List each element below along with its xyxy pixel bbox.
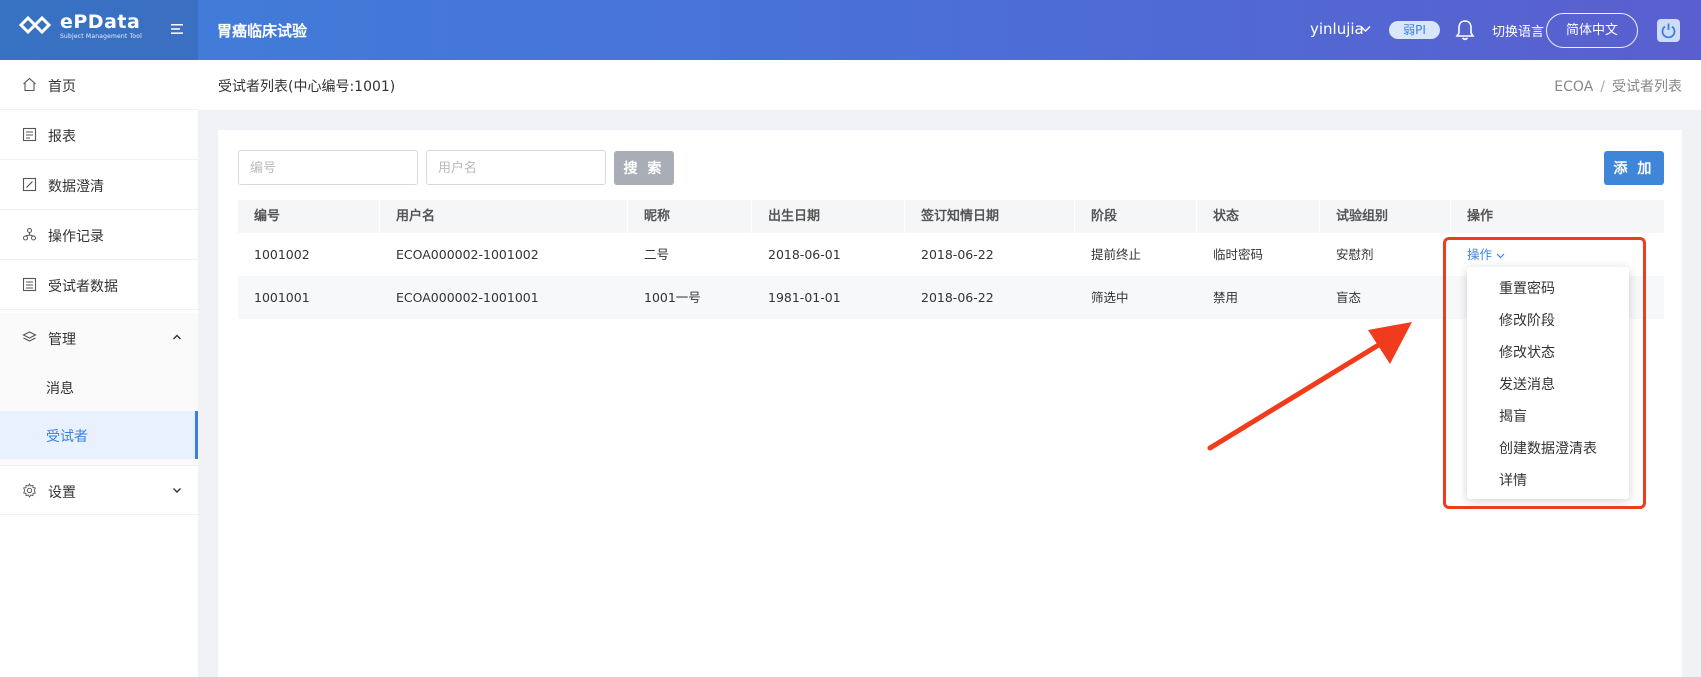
cell-birthdate: 1981-01-01 bbox=[768, 290, 841, 305]
sidebar-item-label: 管理 bbox=[48, 332, 76, 348]
page-title: 受试者列表(中心编号:1001) bbox=[218, 79, 396, 95]
role-badge[interactable]: 弱PI bbox=[1389, 21, 1440, 39]
sidebar-item-label: 报表 bbox=[48, 129, 76, 145]
cell-group: 安慰剂 bbox=[1336, 247, 1374, 262]
menu-item-create-clarification[interactable]: 创建数据澄清表 bbox=[1467, 433, 1629, 465]
sidebar-item-manage[interactable]: 管理 bbox=[0, 313, 198, 363]
sidebar-item-label: 数据澄清 bbox=[48, 179, 104, 195]
chevron-up-icon bbox=[173, 334, 181, 340]
operation-dropdown-menu: 重置密码 修改阶段 修改状态 发送消息 揭盲 创建数据澄清表 详情 bbox=[1467, 267, 1629, 499]
chevron-down-icon bbox=[173, 488, 181, 493]
cell-nickname: 二号 bbox=[644, 247, 670, 262]
column-header: 试验组别 bbox=[1320, 200, 1451, 233]
menu-item-reset-password[interactable]: 重置密码 bbox=[1467, 273, 1629, 305]
cell-birthdate: 2018-06-01 bbox=[768, 247, 841, 262]
sidebar-group-manage: 管理 消息 受试者 bbox=[0, 313, 198, 465]
menu-item-change-status[interactable]: 修改状态 bbox=[1467, 337, 1629, 369]
sidebar-item-settings[interactable]: 设置 bbox=[0, 465, 198, 515]
column-header: 编号 bbox=[238, 200, 380, 233]
edit-icon bbox=[22, 177, 37, 192]
home-icon bbox=[23, 77, 36, 92]
chevron-down-icon[interactable] bbox=[1360, 25, 1371, 33]
sidebar-subitem-subjects[interactable]: 受试者 bbox=[0, 411, 198, 459]
user-menu[interactable]: yinlujia bbox=[1310, 20, 1364, 38]
sidebar-item-subject-data[interactable]: 受试者数据 bbox=[0, 260, 198, 310]
cell-status: 禁用 bbox=[1213, 290, 1239, 305]
sidebar-item-label: 操作记录 bbox=[48, 229, 104, 245]
sidebar-item-home[interactable]: 首页 bbox=[0, 60, 198, 110]
cell-consent-date: 2018-06-22 bbox=[921, 247, 994, 262]
cell-number: 1001002 bbox=[254, 247, 310, 262]
table-header: 编号 用户名 昵称 出生日期 签订知情日期 阶段 状态 试验组别 操作 bbox=[238, 200, 1664, 233]
sidebar-subitem-label: 受试者 bbox=[46, 429, 88, 445]
cell-stage: 提前终止 bbox=[1091, 247, 1142, 262]
menu-toggle-icon[interactable] bbox=[170, 22, 184, 36]
column-header: 用户名 bbox=[380, 200, 628, 233]
logo-icon bbox=[18, 15, 52, 35]
content-card: 搜 索 添 加 编号 用户名 昵称 出生日期 签订知情日期 阶段 状态 试验组别… bbox=[218, 130, 1682, 677]
bell-icon[interactable] bbox=[1455, 19, 1475, 41]
breadcrumb: ECOA / 受试者列表 bbox=[1554, 76, 1682, 96]
menu-item-change-stage[interactable]: 修改阶段 bbox=[1467, 305, 1629, 337]
logo-subtitle: Subject Management Tool bbox=[60, 33, 143, 40]
project-title: 胃癌临床试验 bbox=[217, 22, 308, 40]
username-input[interactable] bbox=[426, 150, 606, 185]
table-row: 1001001 ECOA000002-1001001 1001一号 1981-0… bbox=[238, 276, 1664, 319]
breadcrumb-item[interactable]: ECOA bbox=[1554, 79, 1593, 95]
page-header: 受试者列表(中心编号:1001) ECOA / 受试者列表 bbox=[198, 60, 1701, 110]
search-button[interactable]: 搜 索 bbox=[614, 151, 674, 185]
logout-button[interactable] bbox=[1657, 19, 1680, 42]
layers-icon bbox=[22, 331, 37, 342]
gear-icon bbox=[23, 483, 36, 498]
sidebar-item-report[interactable]: 报表 bbox=[0, 110, 198, 160]
operation-link[interactable]: 操作 bbox=[1467, 247, 1492, 262]
switch-language-label: 切换语言 bbox=[1492, 25, 1545, 40]
sidebar-item-data-clarification[interactable]: 数据澄清 bbox=[0, 160, 198, 210]
power-icon bbox=[1661, 23, 1676, 39]
logo-area: ePData Subject Management Tool bbox=[0, 0, 198, 60]
cell-stage: 筛选中 bbox=[1091, 290, 1129, 305]
menu-item-unblind[interactable]: 揭盲 bbox=[1467, 401, 1629, 433]
sidebar-item-label: 设置 bbox=[48, 485, 76, 501]
cell-status: 临时密码 bbox=[1213, 247, 1264, 262]
cell-group: 盲态 bbox=[1336, 290, 1362, 305]
sidebar: 首页 报表 数据澄清 操作记录 受试者数据 管理 消息 受试者 设置 bbox=[0, 60, 198, 677]
sidebar-item-operation-log[interactable]: 操作记录 bbox=[0, 210, 198, 260]
number-input[interactable] bbox=[238, 150, 418, 185]
language-button[interactable]: 简体中文 bbox=[1546, 13, 1638, 48]
menu-item-details[interactable]: 详情 bbox=[1467, 465, 1629, 497]
sidebar-item-label: 首页 bbox=[48, 79, 76, 95]
sidebar-item-label: 受试者数据 bbox=[48, 279, 118, 295]
column-header: 操作 bbox=[1467, 209, 1494, 224]
column-header: 签订知情日期 bbox=[905, 200, 1075, 233]
column-header: 出生日期 bbox=[752, 200, 905, 233]
table-row: 1001002 ECOA000002-1001002 二号 2018-06-01… bbox=[238, 233, 1664, 276]
column-header: 阶段 bbox=[1075, 200, 1197, 233]
add-button[interactable]: 添 加 bbox=[1604, 151, 1664, 185]
cell-number: 1001001 bbox=[254, 290, 310, 305]
breadcrumb-item: 受试者列表 bbox=[1612, 79, 1682, 95]
data-icon bbox=[22, 277, 37, 292]
logo-text: ePData bbox=[60, 11, 141, 33]
top-header: ePData Subject Management Tool 胃癌临床试验 yi… bbox=[0, 0, 1701, 60]
cell-username: ECOA000002-1001002 bbox=[396, 247, 539, 262]
cell-username: ECOA000002-1001001 bbox=[396, 290, 539, 305]
cell-consent-date: 2018-06-22 bbox=[921, 290, 994, 305]
menu-item-send-message[interactable]: 发送消息 bbox=[1467, 369, 1629, 401]
chevron-down-icon bbox=[1496, 253, 1505, 258]
record-icon bbox=[23, 228, 36, 241]
sidebar-subitem-messages[interactable]: 消息 bbox=[0, 363, 198, 411]
sidebar-subitem-label: 消息 bbox=[46, 381, 74, 397]
column-header: 昵称 bbox=[628, 200, 752, 233]
column-header: 状态 bbox=[1197, 200, 1320, 233]
cell-nickname: 1001一号 bbox=[644, 290, 701, 305]
report-icon bbox=[22, 127, 37, 142]
breadcrumb-separator: / bbox=[1600, 79, 1605, 95]
